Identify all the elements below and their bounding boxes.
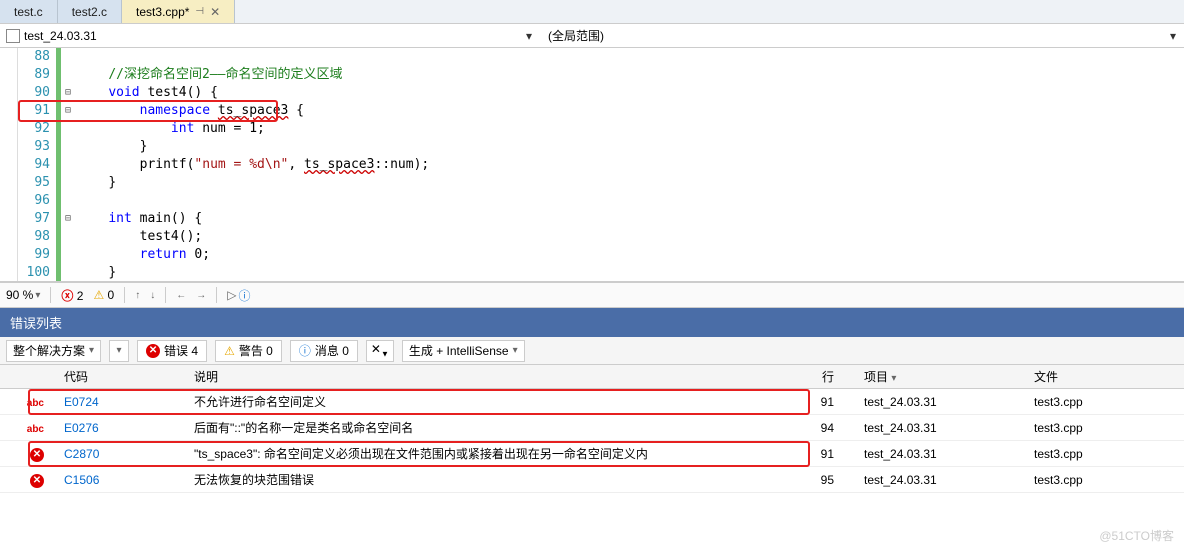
error-icon: ✕ (30, 474, 44, 488)
member-text: (全局范围) (548, 27, 604, 44)
chevron-down-icon[interactable]: ▾ (1170, 29, 1176, 43)
nav-back-icon[interactable]: ← (176, 290, 186, 301)
tab-bar: test.ctest2.ctest3.cpp*⊣✕ (0, 0, 1184, 24)
col-line[interactable]: 行 (804, 368, 854, 385)
scope-selector[interactable]: test_24.03.31 ▾ (0, 29, 540, 43)
table-header[interactable]: 代码 说明 行 项目 ▾ 文件 (0, 365, 1184, 389)
col-code[interactable]: 代码 (54, 368, 184, 385)
table-row[interactable]: ✕C2870"ts_space3": 命名空间定义必须出现在文件范围内或紧接着出… (0, 441, 1184, 467)
error-list-toolbar: 整个解决方案▾ ▾ ✕错误 4 ⚠警告 0 ⓘ消息 0 ✕▼ 生成 + Inte… (0, 337, 1184, 365)
col-desc[interactable]: 说明 (184, 368, 804, 385)
solution-filter[interactable]: 整个解决方案▾ (6, 340, 101, 362)
error-list-title: 错误列表 (0, 308, 1184, 337)
scope-icon (6, 29, 20, 43)
table-row[interactable]: abcE0276后面有"::"的名称一定是类名或命名空间名94test_24.0… (0, 415, 1184, 441)
watermark: @51CTO博客 (1099, 527, 1174, 544)
error-table: 代码 说明 行 项目 ▾ 文件 abcE0724不允许进行命名空间定义91tes… (0, 365, 1184, 493)
breakpoint-margin[interactable] (0, 48, 18, 281)
tab-test2c[interactable]: test2.c (58, 0, 122, 23)
error-icon: ✕ (30, 448, 44, 462)
member-selector[interactable]: (全局范围) ▾ (540, 27, 1184, 44)
table-row[interactable]: ✕C1506无法恢复的块范围错误95test_24.03.31test3.cpp (0, 467, 1184, 493)
nav-down-icon[interactable]: ↓ (150, 290, 155, 301)
quick-info-icon[interactable]: ▷ⓘ (227, 287, 250, 304)
filter-toggle[interactable]: ✕▼ (366, 340, 394, 362)
nav-breadcrumb: test_24.03.31 ▾ (全局范围) ▾ (0, 24, 1184, 48)
chevron-down-icon[interactable]: ▾ (526, 29, 532, 43)
nav-up-icon[interactable]: ↑ (135, 290, 140, 301)
warning-count[interactable]: ⚠ 0 (93, 288, 114, 302)
intellisense-error-icon: abc (27, 424, 44, 435)
code-editor[interactable]: 888990919293949596979899100 ⊟⊟⊟ //深挖命名空间… (0, 48, 1184, 282)
tab-testc[interactable]: test.c (0, 0, 58, 23)
code-content[interactable]: //深挖命名空间2——命名空间的定义区域 void test4() { name… (75, 48, 1184, 281)
build-filter[interactable]: 生成 + IntelliSense▾ (402, 340, 525, 362)
line-number-gutter: 888990919293949596979899100 (18, 48, 56, 281)
scope-text: test_24.03.31 (24, 29, 97, 43)
editor-status-bar: 90 %▾ ⓧ 2 ⚠ 0 ↑ ↓ ← → ▷ⓘ (0, 282, 1184, 308)
warnings-toggle[interactable]: ⚠警告 0 (215, 340, 282, 362)
tab-test3cpp[interactable]: test3.cpp*⊣✕ (122, 0, 235, 23)
close-icon[interactable]: ✕ (210, 5, 220, 19)
intellisense-error-icon: abc (27, 398, 44, 409)
filter-dropdown[interactable]: ▾ (109, 340, 129, 362)
messages-toggle[interactable]: ⓘ消息 0 (290, 340, 358, 362)
col-file[interactable]: 文件 (1024, 368, 1184, 385)
zoom-selector[interactable]: 90 %▾ (6, 288, 40, 302)
nav-fwd-icon[interactable]: → (196, 290, 206, 301)
table-row[interactable]: abcE0724不允许进行命名空间定义91test_24.03.31test3.… (0, 389, 1184, 415)
error-count[interactable]: ⓧ 2 (61, 287, 83, 304)
pin-icon[interactable]: ⊣ (195, 6, 204, 17)
fold-gutter[interactable]: ⊟⊟⊟ (61, 48, 75, 281)
errors-toggle[interactable]: ✕错误 4 (137, 340, 207, 362)
col-proj[interactable]: 项目 ▾ (854, 368, 1024, 385)
